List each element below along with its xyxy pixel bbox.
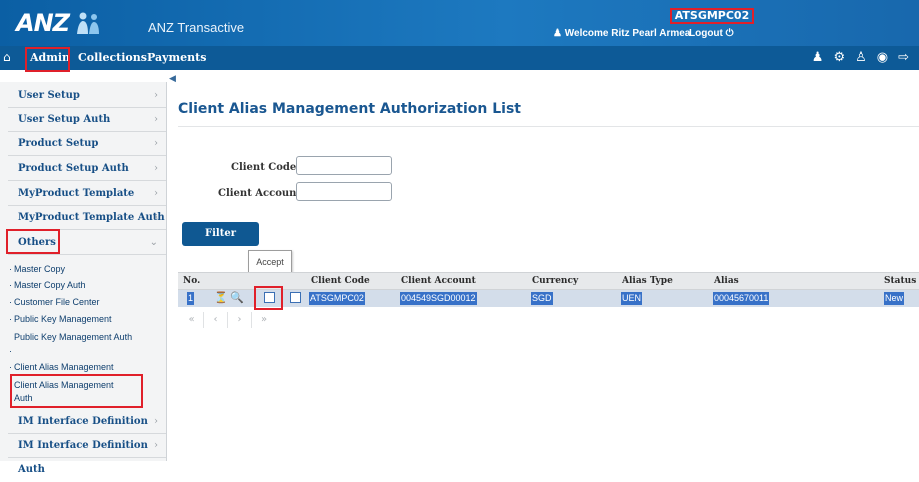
chevron-right-icon: › [154, 114, 158, 125]
cell-client-code: ATSGMPC02 [309, 292, 365, 305]
cell-client-account: 004549SGD00012 [400, 292, 477, 305]
client-alias-auth-highlight [10, 374, 143, 408]
user-id-badge: ATSGMPC02 [670, 8, 754, 24]
sidebar-item-im-interface-definition-auth[interactable]: IM Interface Definition Auth › [8, 434, 166, 475]
user-icon[interactable]: ♟ [812, 50, 824, 65]
sidebar-item-myproduct-template-auth[interactable]: MyProduct Template Auth › [8, 206, 166, 230]
admin-highlight [25, 47, 70, 72]
nav-collections[interactable]: Collections [78, 46, 147, 70]
table-header: No. Client Code Client Account Currency … [178, 272, 919, 290]
sidebar-item-label: MyProduct Template [18, 188, 135, 199]
subitem-label: Master Copy [14, 264, 66, 274]
chevron-right-icon: › [154, 188, 158, 199]
sidebar-collapse-icon[interactable]: ◀ [169, 74, 176, 84]
client-code-label: Client Code : [231, 162, 304, 173]
chevron-right-icon: › [154, 90, 158, 101]
client-account-input[interactable] [296, 182, 392, 201]
chevron-down-icon: ⌄ [149, 237, 158, 248]
col-currency[interactable]: Currency [532, 273, 578, 291]
col-status[interactable]: Status [884, 273, 916, 291]
logout-link[interactable]: Logout ⏻ [689, 28, 734, 39]
subitem-label: Public Key Management Auth [14, 332, 133, 342]
sidebar-item-label: Product Setup [18, 138, 99, 149]
sidebar-item-label: Product Setup Auth [18, 163, 129, 174]
welcome-label: Welcome Ritz Pearl Armea [564, 28, 691, 39]
accept-checkbox-highlight [254, 286, 283, 310]
sidebar-item-label: IM Interface Definition [18, 416, 148, 427]
client-code-input[interactable] [296, 156, 392, 175]
sidebar-item-myproduct-template[interactable]: MyProduct Template › [8, 182, 166, 206]
sidebar-item-label: IM Interface Definition Auth [18, 440, 148, 475]
users-icon[interactable]: ♙ [855, 50, 867, 65]
sidebar-item-im-interface-definition[interactable]: IM Interface Definition › [8, 410, 166, 434]
subitem-customer-file-center[interactable]: · Customer File Center [9, 297, 100, 307]
home-icon[interactable]: ⌂ [3, 50, 11, 64]
exit-icon[interactable]: ⇨ [898, 50, 909, 65]
filter-button[interactable]: Filter [182, 222, 259, 246]
subitem-label: Public Key Management [14, 314, 112, 324]
table-pager: « ‹ › » [180, 312, 276, 328]
app-header: ANZ ANZ Transactive ATSGMPC02 ♟ Welcome … [0, 0, 919, 46]
subitem-master-copy[interactable]: · Master Copy [9, 264, 66, 274]
anz-people-logo-icon [77, 12, 99, 34]
logout-label: Logout [689, 28, 723, 39]
person-icon: ♟ [553, 28, 562, 39]
title-divider [178, 126, 919, 127]
subitem-public-key-management[interactable]: · Public Key Management [9, 314, 112, 324]
subitem-client-alias-management[interactable]: · Client Alias Management [9, 362, 114, 372]
subitem-label: Client Alias Management [14, 362, 114, 372]
sidebar-item-user-setup[interactable]: User Setup › [8, 84, 166, 108]
chevron-right-icon: › [154, 440, 158, 451]
cell-currency: SGD [531, 292, 553, 305]
app-title: ANZ Transactive [148, 20, 245, 35]
nav-toolbar: ♟ ⚙ ♙ ◉ ⇨ [812, 50, 909, 65]
main-nav: ⌂ Admin Collections Payments ♟ ⚙ ♙ ◉ ⇨ [0, 46, 919, 70]
chevron-right-icon: › [154, 416, 158, 427]
cell-alias: 00045670011 [713, 292, 770, 305]
cell-alias-type: UEN [621, 292, 643, 305]
reject-checkbox[interactable] [290, 292, 301, 303]
col-alias-type[interactable]: Alias Type [622, 273, 673, 291]
first-page-icon[interactable]: « [180, 312, 204, 328]
col-client-account[interactable]: Client Account [401, 273, 476, 291]
chevron-right-icon: › [154, 163, 158, 174]
chevron-right-icon: › [154, 138, 158, 149]
col-client-code[interactable]: Client Code [311, 273, 370, 291]
power-icon: ⏻ [725, 28, 734, 39]
others-highlight [6, 229, 60, 254]
sidebar-item-product-setup-auth[interactable]: Product Setup Auth › [8, 157, 166, 181]
sidebar-item-label: MyProduct Template Auth [18, 212, 165, 223]
subitem-master-copy-auth[interactable]: · Master Copy Auth [9, 280, 86, 290]
welcome-text: ♟ Welcome Ritz Pearl Armea [553, 28, 690, 39]
view-details-icon[interactable]: 🔍 [230, 291, 244, 304]
sidebar-item-product-setup[interactable]: Product Setup › [8, 132, 166, 156]
page-title: Client Alias Management Authorization Li… [178, 101, 521, 117]
subitem-label: Customer File Center [14, 297, 100, 307]
subitem-label: Master Copy Auth [14, 280, 86, 290]
gear-icon[interactable]: ⚙ [833, 50, 845, 65]
sidebar-item-user-setup-auth[interactable]: User Setup Auth › [8, 108, 166, 132]
chevron-right-icon: › [154, 212, 158, 223]
nav-payments[interactable]: Payments [147, 46, 206, 70]
cell-no: 1 [187, 292, 195, 305]
cell-status: New [884, 292, 905, 305]
globe-icon[interactable]: ◉ [877, 50, 888, 65]
anz-logo: ANZ [16, 9, 70, 37]
last-page-icon[interactable]: » [252, 312, 276, 328]
col-alias[interactable]: Alias [714, 273, 739, 291]
accept-tooltip: Accept [248, 250, 292, 274]
next-page-icon[interactable]: › [228, 312, 252, 328]
sidebar-item-label: User Setup [18, 90, 80, 101]
sidebar-item-label: User Setup Auth [18, 114, 111, 125]
history-icon[interactable]: ⏳ [214, 291, 228, 304]
col-no[interactable]: No. [183, 273, 200, 291]
subitem-public-key-management-auth[interactable]: · Public Key Management Auth [9, 331, 134, 356]
table-row[interactable]: 1 ⏳ 🔍 ATSGMPC02 004549SGD00012 SGD UEN 0… [178, 290, 919, 307]
prev-page-icon[interactable]: ‹ [204, 312, 228, 328]
client-account-label: Client Account : [218, 188, 309, 199]
